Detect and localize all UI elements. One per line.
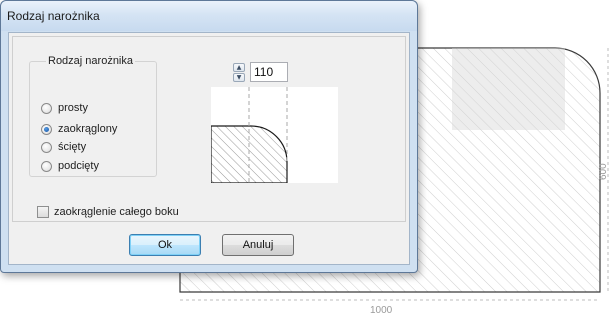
round-whole-side-option[interactable]: zaokrąglenie całego boku: [37, 205, 179, 219]
height-dimension: 600: [598, 163, 609, 180]
spin-down-icon[interactable]: ▼: [233, 73, 245, 82]
radio-straight-label[interactable]: prosty: [58, 102, 88, 114]
radio-straight[interactable]: prosty: [41, 100, 88, 116]
spin-up-icon[interactable]: ▲: [233, 63, 245, 72]
round-whole-side-checkbox[interactable]: [37, 206, 49, 218]
radio-chamfered[interactable]: ścięty: [41, 139, 86, 155]
corner-preview: [210, 87, 338, 184]
radio-rounded-label[interactable]: zaokrąglony: [58, 123, 117, 135]
radio-rounded-button[interactable]: [41, 123, 52, 135]
ok-button[interactable]: Ok: [129, 234, 201, 256]
radius-input[interactable]: 110: [250, 62, 288, 82]
cancel-button[interactable]: Anuluj: [222, 234, 294, 256]
radio-notched[interactable]: podcięty: [41, 158, 99, 174]
radio-notched-label[interactable]: podcięty: [58, 160, 99, 172]
corner-highlight: [452, 48, 565, 130]
corner-preview-image: [210, 87, 288, 184]
width-dimension: 1000: [370, 305, 393, 316]
radio-straight-button[interactable]: [41, 102, 52, 114]
radius-spinner[interactable]: ▲ ▼: [233, 63, 245, 82]
radio-rounded[interactable]: zaokrąglony: [41, 121, 117, 137]
radio-chamfered-button[interactable]: [41, 141, 52, 153]
round-whole-side-label[interactable]: zaokrąglenie całego boku: [54, 206, 179, 218]
corner-type-group-label: Rodzaj narożnika: [46, 55, 135, 67]
title-bar[interactable]: Rodzaj narożnika: [1, 1, 417, 31]
radio-chamfered-label[interactable]: ścięty: [58, 141, 86, 153]
window-title: Rodzaj narożnika: [7, 9, 100, 23]
corner-type-dialog: Rodzaj narożnika Rodzaj narożnika prosty…: [0, 0, 418, 273]
radio-notched-button[interactable]: [41, 160, 52, 172]
